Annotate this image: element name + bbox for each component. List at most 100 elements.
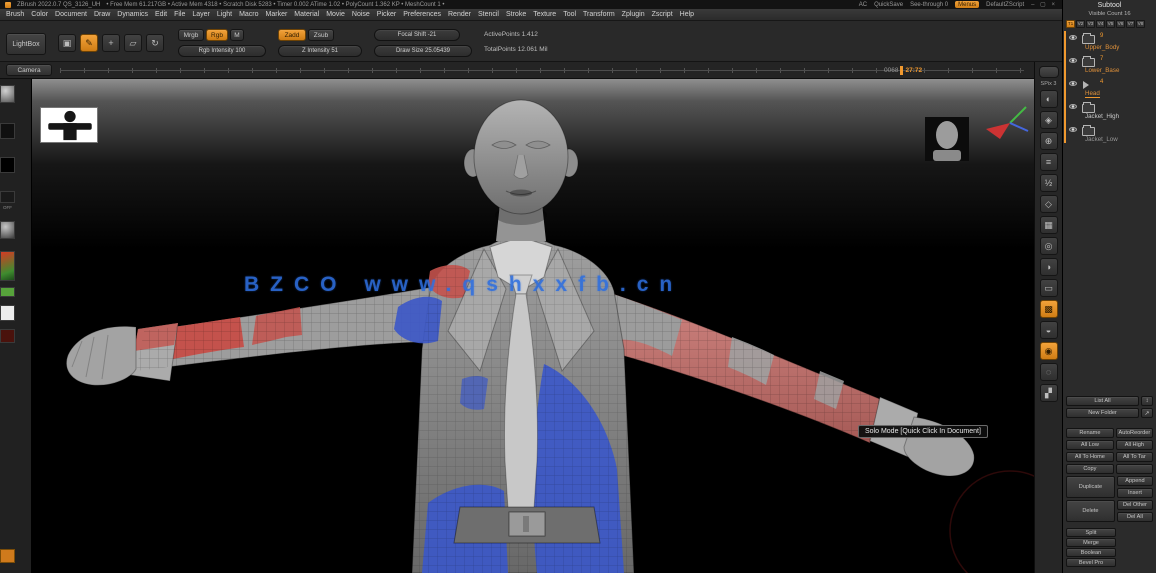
tab-v5[interactable]: V5 (1106, 20, 1115, 28)
mrgb-button[interactable]: Mrgb (178, 29, 204, 41)
polyframe-icon[interactable]: ▩ (1039, 300, 1058, 318)
append-button[interactable]: Append (1116, 476, 1153, 486)
texture-thumbnail[interactable] (0, 191, 15, 203)
menu-draw[interactable]: Draw (94, 11, 110, 18)
tab-v2[interactable]: V2 (1076, 20, 1085, 28)
menu-document[interactable]: Document (55, 11, 87, 18)
menu-tool[interactable]: Tool (563, 11, 576, 18)
menu-render[interactable]: Render (448, 11, 471, 18)
character-model[interactable] (32, 79, 1034, 573)
menu-brush[interactable]: Brush (6, 11, 24, 18)
divider-handle[interactable] (1038, 66, 1059, 78)
all-to-home-button[interactable]: All To Home (1066, 452, 1114, 462)
menu-macro[interactable]: Macro (239, 11, 258, 18)
menu-picker[interactable]: Picker (377, 11, 396, 18)
ghost-icon[interactable]: ◌ (1039, 363, 1058, 381)
folder-icon[interactable] (1082, 56, 1095, 67)
bevel-pro-button[interactable]: Bevel Pro (1066, 558, 1116, 567)
material-thumbnail[interactable] (0, 221, 15, 239)
menu-movie[interactable]: Movie (326, 11, 345, 18)
folder-icon[interactable] (1082, 33, 1095, 44)
menu-light[interactable]: Light (217, 11, 232, 18)
local-icon[interactable]: ◎ (1039, 237, 1058, 255)
eye-icon[interactable] (1069, 58, 1077, 63)
menu-edit[interactable]: Edit (155, 11, 167, 18)
tab-v8[interactable]: V8 (1136, 20, 1145, 28)
alpha-thumbnail[interactable] (0, 157, 15, 173)
window-controls[interactable]: – ▢ × (1031, 1, 1057, 8)
menu-help[interactable]: Help (680, 11, 694, 18)
eye-icon[interactable] (1069, 104, 1077, 109)
m-button[interactable]: M (230, 29, 244, 41)
floor-icon[interactable]: ▦ (1039, 216, 1058, 234)
folder-icon[interactable] (1082, 102, 1095, 113)
del-all-button[interactable]: Del All (1116, 512, 1153, 522)
document-canvas[interactable]: BZCO www.qshxxfb.cn Solo Mode [Quick Cli… (32, 79, 1034, 573)
all-high-button[interactable]: All High (1115, 440, 1153, 450)
menu-zscript[interactable]: Zscript (652, 11, 673, 18)
list-scroll-icon[interactable]: ↕ (1141, 396, 1153, 406)
tab-v7[interactable]: V7 (1126, 20, 1135, 28)
all-low-button[interactable]: All Low (1066, 440, 1114, 450)
menu-color[interactable]: Color (31, 11, 48, 18)
tab-v6[interactable]: V6 (1116, 20, 1125, 28)
move-icon[interactable]: + (102, 34, 120, 52)
zoom-icon[interactable]: ⊕ (1039, 132, 1058, 150)
nav-thumbnail[interactable] (40, 107, 98, 143)
scroll-icon[interactable]: ◈ (1039, 111, 1058, 129)
eye-icon[interactable] (1069, 35, 1077, 40)
camera-button[interactable]: Camera (6, 64, 52, 76)
rename-button[interactable]: Rename (1066, 428, 1114, 438)
split-button[interactable]: Split (1066, 528, 1116, 537)
focal-shift-slider[interactable]: Focal Shift -21 (374, 29, 460, 41)
folder-icon[interactable] (1082, 125, 1095, 136)
xpose-icon[interactable]: ▞ (1039, 384, 1058, 402)
quicksave-button[interactable]: QuickSave (874, 2, 903, 8)
timeline-cursor[interactable] (900, 66, 904, 75)
menu-texture[interactable]: Texture (533, 11, 556, 18)
merge-button[interactable]: Merge (1066, 538, 1116, 547)
folder-action-icon[interactable]: ↗ (1141, 408, 1153, 418)
edit-icon[interactable]: ▣ (58, 34, 76, 52)
draw-size-slider[interactable]: Draw Size 25.05439 (374, 45, 472, 57)
menu-file[interactable]: File (174, 11, 185, 18)
autoreorder-button[interactable]: AutoReorder (1115, 428, 1153, 438)
subtool-item-jacket-low[interactable]: Jacket_Low (1067, 123, 1154, 146)
draw-icon[interactable]: ✎ (80, 34, 98, 52)
brush-thumbnail[interactable] (0, 85, 15, 103)
color-picker[interactable] (0, 251, 15, 281)
menu-stencil[interactable]: Stencil (478, 11, 499, 18)
frame-icon[interactable]: ▭ (1039, 279, 1058, 297)
color-swatch-secondary[interactable] (0, 305, 15, 321)
rgb-intensity-slider[interactable]: Rgb Intensity 100 (178, 45, 266, 57)
zsub-button[interactable]: Zsub (308, 29, 334, 41)
lsym-icon[interactable]: ◑ (1039, 258, 1058, 276)
subtool-item-jacket-high[interactable]: Jacket_High (1067, 100, 1154, 123)
tab-v3[interactable]: V3 (1086, 20, 1095, 28)
del-other-button[interactable]: Del Other (1116, 500, 1153, 510)
menu-layer[interactable]: Layer (192, 11, 210, 18)
tab-t1[interactable]: T1 (1066, 20, 1075, 28)
menu-zplugin[interactable]: Zplugin (622, 11, 645, 18)
axis-gizmo-icon[interactable] (982, 99, 1030, 147)
menu-transform[interactable]: Transform (583, 11, 615, 18)
new-folder-button[interactable]: New Folder (1066, 408, 1139, 418)
subtool-item-lower-base[interactable]: 7 Lower_Base (1067, 54, 1154, 77)
transp-icon[interactable]: ◒ (1039, 321, 1058, 339)
aahalf-icon[interactable]: ½ (1039, 174, 1058, 192)
default-zscript-button[interactable]: DefaultZScript (986, 2, 1024, 8)
head-preview-thumbnail[interactable] (925, 117, 969, 161)
duplicate-button[interactable]: Duplicate (1066, 476, 1115, 498)
expander-arrow-icon[interactable] (1083, 81, 1089, 89)
color-swatch-dark[interactable] (0, 329, 15, 343)
lightbox-button[interactable]: LightBox (6, 33, 46, 55)
subtool-item-head[interactable]: 4 Head (1067, 77, 1154, 100)
stroke-thumbnail[interactable] (0, 123, 15, 139)
all-to-target-button[interactable]: All To Tar (1115, 452, 1153, 462)
shelf-tab-handle[interactable] (0, 549, 15, 563)
menu-preferences[interactable]: Preferences (403, 11, 441, 18)
subtool-scrollbar[interactable] (1064, 31, 1066, 143)
boolean-button[interactable]: Boolean (1066, 548, 1116, 557)
menu-material[interactable]: Material (294, 11, 319, 18)
color-swatch-main[interactable] (0, 287, 15, 297)
